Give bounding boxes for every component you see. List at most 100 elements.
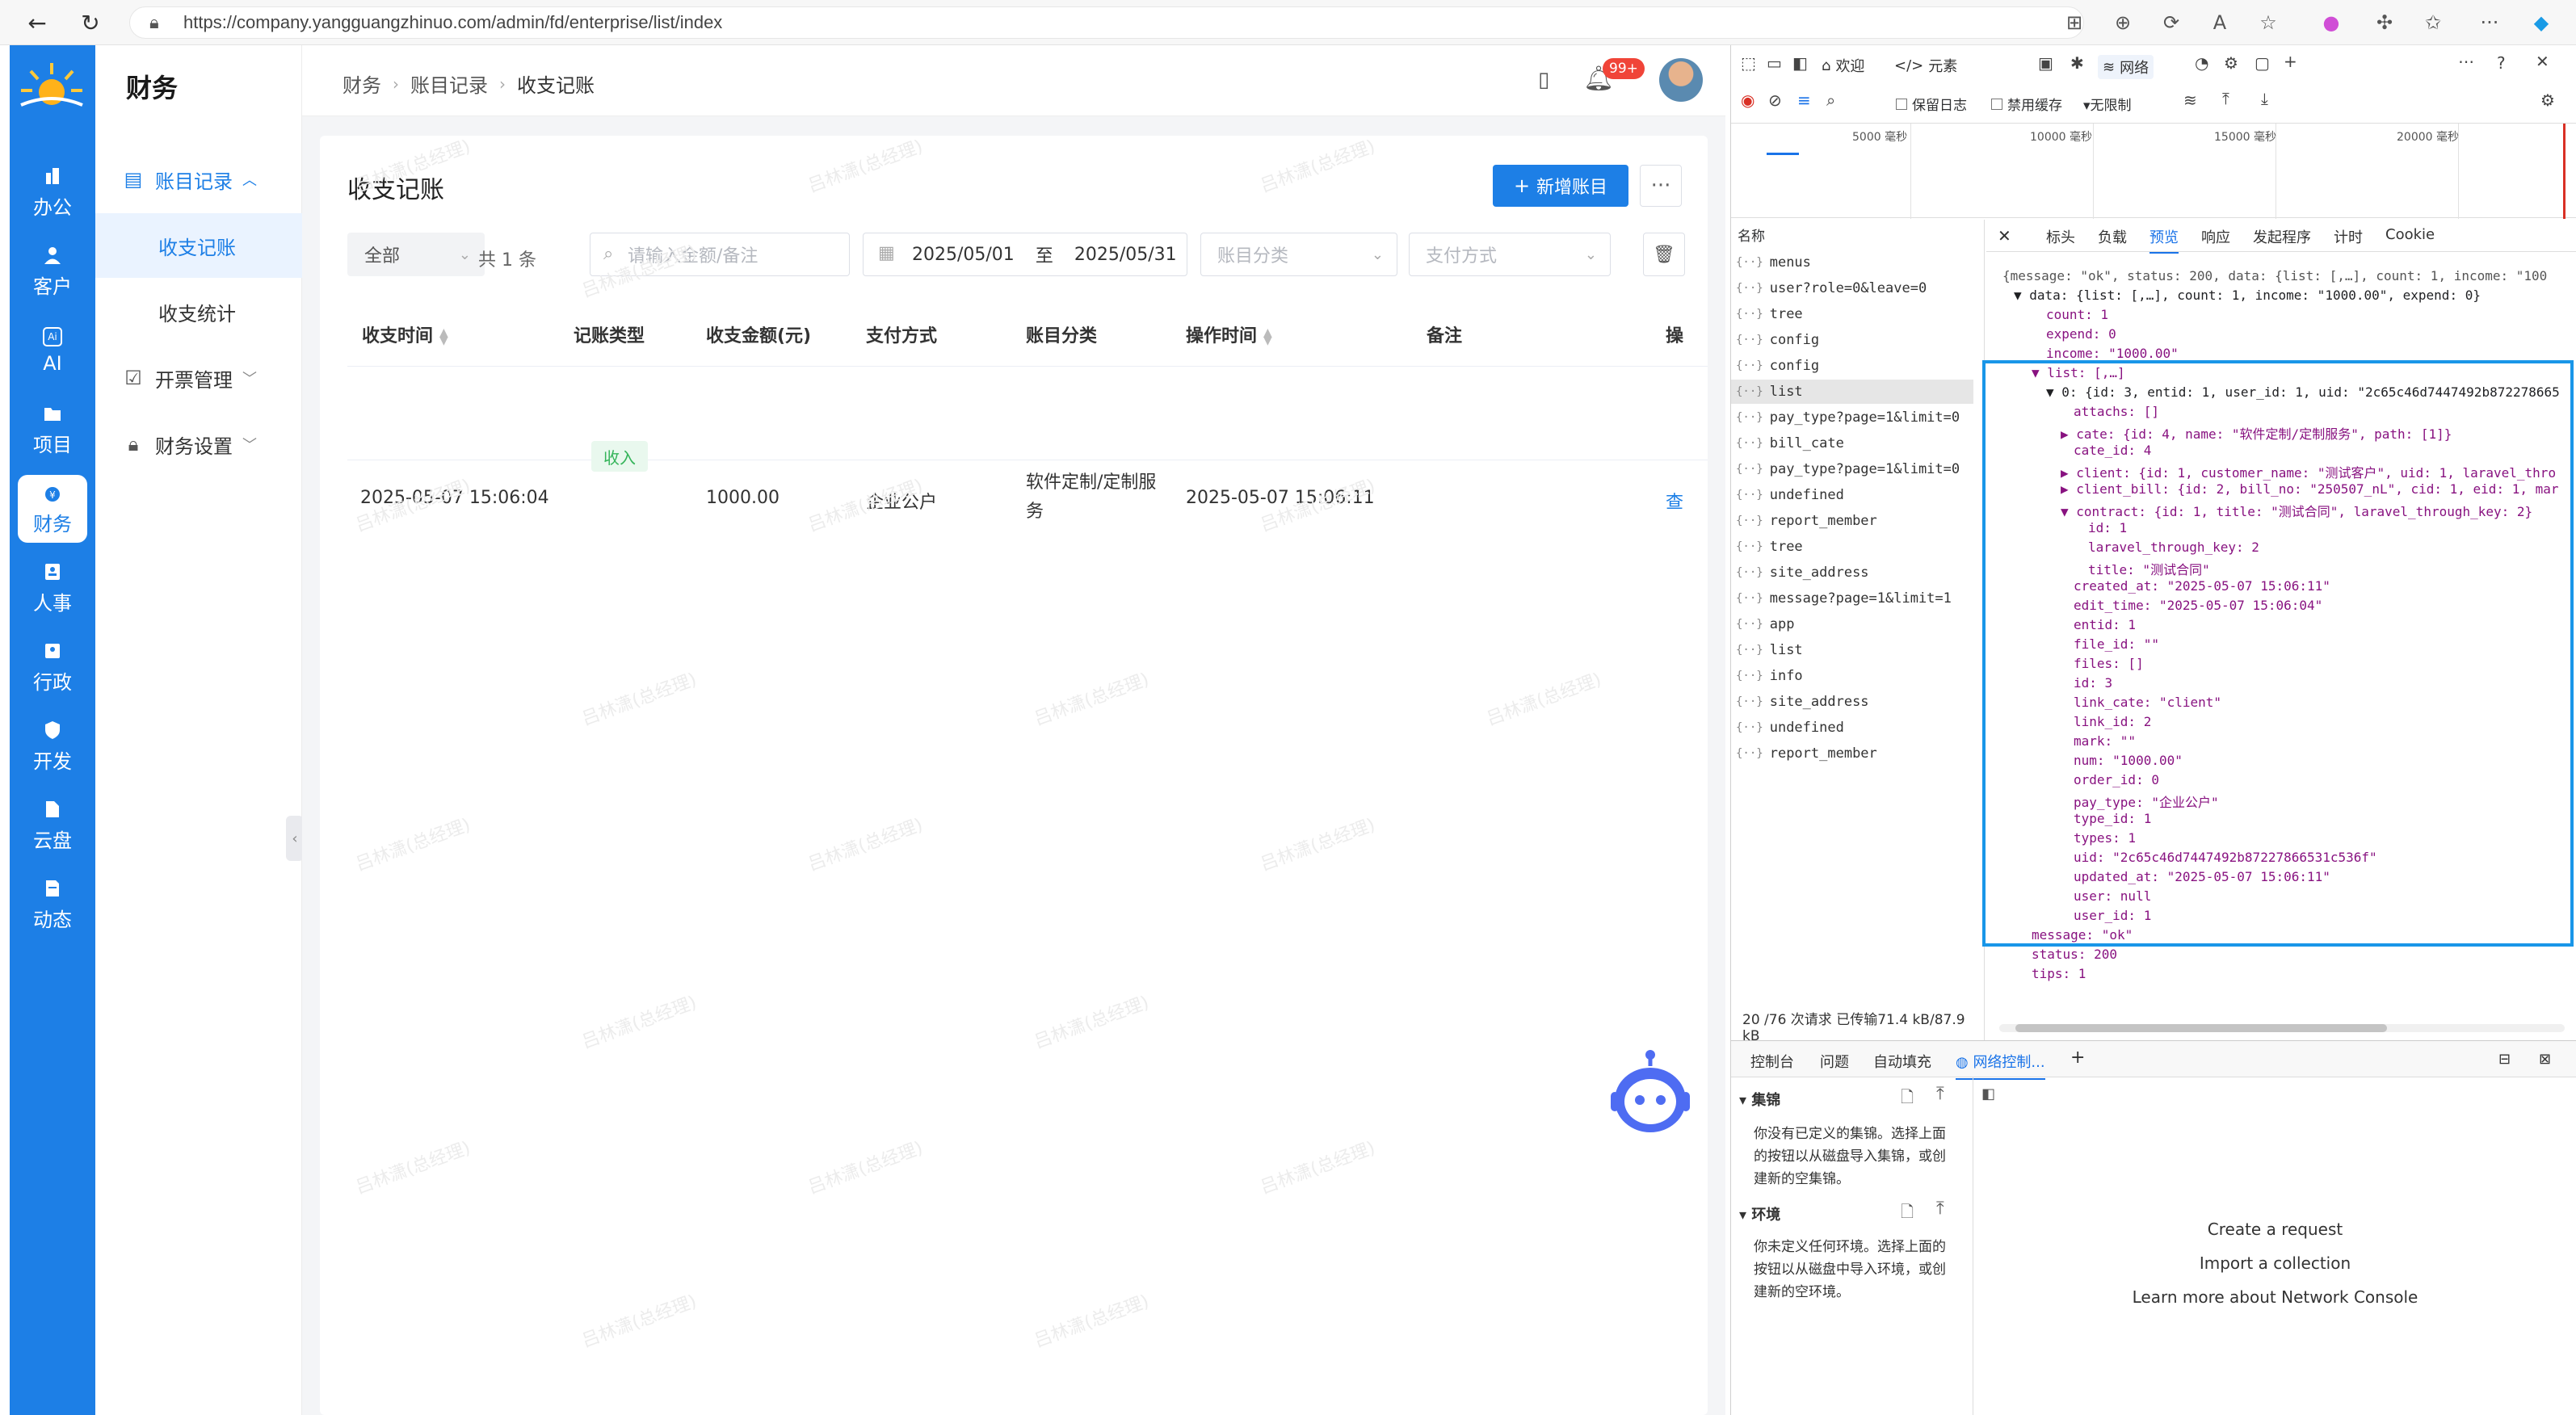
- more-button[interactable]: ···: [1640, 165, 1682, 207]
- request-item[interactable]: {··} undefined: [1736, 716, 1844, 740]
- request-item[interactable]: {··} app: [1736, 612, 1794, 636]
- date-range-picker[interactable]: ▦ 2025/05/01 至 2025/05/31: [863, 233, 1187, 276]
- request-item[interactable]: {··} config: [1736, 354, 1819, 378]
- refresh-circle-icon[interactable]: ⟳: [2158, 10, 2184, 36]
- download-icon[interactable]: ⤓: [2261, 89, 2268, 108]
- add-tab-icon[interactable]: +: [2284, 52, 2297, 71]
- zoom-icon[interactable]: ⊕: [2110, 10, 2136, 36]
- disable-cache-checkbox[interactable]: 禁用缓存: [1991, 94, 2062, 114]
- robot-assistant-icon[interactable]: [1607, 1050, 1693, 1139]
- app-grid-icon[interactable]: ⊞: [2061, 10, 2087, 36]
- col-time[interactable]: 收支时间 ▲ ▼: [362, 321, 448, 347]
- rail-item-customer[interactable]: 客户: [19, 237, 86, 305]
- throttle-select[interactable]: ▾无限制: [2083, 94, 2132, 114]
- subnav-item-stats[interactable]: 收支统计: [95, 279, 302, 344]
- json-line[interactable]: {message: "ok", status: 200, data: {list…: [2002, 268, 2547, 283]
- tab-preview[interactable]: 预览: [2149, 226, 2179, 254]
- collapse-sidebar-handle[interactable]: ‹: [286, 816, 304, 861]
- tab-headers[interactable]: 标头: [2046, 226, 2075, 247]
- tab-welcome[interactable]: ⌂ 欢迎: [1822, 55, 1864, 76]
- drawer-tab-network-console[interactable]: ◍ 网络控制...: [1956, 1051, 2045, 1080]
- collections-title[interactable]: ▾ 集锦: [1739, 1089, 1780, 1110]
- close-drawer-icon[interactable]: ⊠: [2539, 1051, 2551, 1068]
- drawer-add-tab[interactable]: +: [2070, 1048, 2085, 1068]
- filter-icon[interactable]: ≡: [1797, 90, 1811, 110]
- request-item[interactable]: {··} undefined: [1736, 483, 1844, 507]
- col-op-time[interactable]: 操作时间 ▲ ▼: [1186, 321, 1272, 347]
- request-item[interactable]: {··} report_member: [1736, 509, 1877, 533]
- copilot-icon[interactable]: ◆: [2528, 10, 2554, 36]
- rail-item-cloud[interactable]: 云盘: [19, 791, 86, 859]
- application-icon[interactable]: ▢: [2255, 53, 2270, 73]
- request-item[interactable]: {··} site_address: [1736, 690, 1869, 714]
- favorite-star-icon[interactable]: ☆: [2255, 10, 2281, 36]
- reload-icon[interactable]: ↻: [74, 6, 107, 39]
- subnav-group-invoice[interactable]: ☑ 开票管理 ﹀: [95, 346, 302, 410]
- request-item[interactable]: {··} tree: [1736, 535, 1803, 559]
- device-icon[interactable]: ▭: [1767, 53, 1782, 73]
- bug-icon[interactable]: ✱: [2070, 53, 2084, 73]
- tab-response[interactable]: 响应: [2201, 226, 2230, 247]
- preserve-log-checkbox[interactable]: 保留日志: [1896, 94, 1967, 114]
- tab-initiator[interactable]: 发起程序: [2253, 226, 2311, 247]
- drawer-tab-autofill[interactable]: 自动填充: [1873, 1051, 1931, 1072]
- request-item[interactable]: {··} pay_type?page=1&limit=0: [1736, 405, 1960, 430]
- environment-title[interactable]: ▾ 环境: [1739, 1203, 1780, 1224]
- rail-item-finance[interactable]: ¥ 财务: [18, 475, 87, 543]
- json-line[interactable]: ▼ data: {list: [,…], count: 1, income: "…: [2014, 288, 2481, 303]
- request-item[interactable]: {··} report_member: [1736, 741, 1877, 766]
- create-request-link[interactable]: Create a request: [1973, 1220, 2576, 1239]
- tab-elements[interactable]: </> 元素: [1894, 55, 1957, 76]
- address-bar[interactable]: 🔒︎ https://company.yangguangzhinuo.com/a…: [129, 6, 2084, 39]
- rail-item-office[interactable]: 办公: [19, 158, 86, 226]
- settings-gear-icon[interactable]: ⚙: [2224, 53, 2238, 73]
- avatar[interactable]: [1659, 58, 1703, 102]
- file-icon[interactable]: 🗋︎: [1901, 1200, 1914, 1228]
- subnav-item-income-expense[interactable]: 收支记账: [95, 213, 302, 278]
- close-detail-icon[interactable]: ✕: [1998, 226, 2011, 246]
- rail-item-project[interactable]: 项目: [19, 396, 86, 464]
- drawer-tab-console[interactable]: 控制台: [1750, 1051, 1794, 1072]
- rail-item-dev[interactable]: 开发: [19, 712, 86, 780]
- breadcrumb-item[interactable]: 账目记录: [410, 69, 488, 98]
- notebook-icon[interactable]: ▯: [1538, 68, 1549, 92]
- rail-item-ai[interactable]: Ai AI: [19, 317, 86, 384]
- console-icon[interactable]: ▣: [2038, 53, 2053, 73]
- add-entry-button[interactable]: + 新增账目: [1493, 165, 1628, 207]
- more-dots-icon[interactable]: ⋯: [2458, 52, 2474, 71]
- clear-icon[interactable]: ⊘: [1768, 90, 1782, 110]
- close-icon[interactable]: ✕: [2536, 52, 2549, 71]
- profile-color-icon[interactable]: ●: [2318, 10, 2344, 36]
- rail-item-feed[interactable]: 动态: [19, 871, 86, 938]
- request-item-selected[interactable]: {··} list: [1731, 380, 1973, 404]
- import-collection-link[interactable]: Import a collection: [1973, 1253, 2576, 1273]
- network-conditions-icon[interactable]: ≋: [2183, 90, 2197, 110]
- rail-item-admin[interactable]: 行政: [19, 633, 86, 701]
- sidebar-toggle-icon[interactable]: ◧: [1981, 1085, 1995, 1102]
- extensions-icon[interactable]: ✣: [2372, 10, 2397, 36]
- favorites-icon[interactable]: ✩: [2420, 10, 2446, 36]
- view-link[interactable]: 查: [1666, 488, 1683, 514]
- learn-more-link[interactable]: Learn more about Network Console: [1973, 1287, 2576, 1307]
- dock-bottom-icon[interactable]: ⊟: [2498, 1051, 2511, 1068]
- upload-icon[interactable]: ⤒: [2222, 89, 2229, 108]
- clear-filter-button[interactable]: 🗑︎: [1643, 233, 1685, 276]
- menu-dots-icon[interactable]: ···: [2477, 10, 2502, 36]
- request-item[interactable]: {··} site_address: [1736, 561, 1869, 585]
- request-item[interactable]: {··} menus: [1736, 250, 1811, 275]
- tab-payload[interactable]: 负载: [2098, 226, 2127, 247]
- subnav-group-settings[interactable]: 🔒︎ 财务设置 ﹀: [95, 412, 302, 477]
- request-item[interactable]: {··} config: [1736, 328, 1819, 352]
- subnav-group-ledger[interactable]: ▤ 账目记录 ︿: [95, 147, 302, 212]
- breadcrumb-item[interactable]: 财务: [342, 69, 381, 98]
- request-item[interactable]: {··} info: [1736, 664, 1803, 688]
- request-item[interactable]: {··} bill_cate: [1736, 431, 1844, 456]
- request-item[interactable]: {··} list: [1736, 638, 1803, 662]
- type-select[interactable]: 全部 ⌄: [347, 233, 485, 276]
- record-icon[interactable]: ◉: [1741, 90, 1754, 110]
- drawer-tab-issues[interactable]: 问题: [1820, 1051, 1849, 1072]
- search-icon[interactable]: ⌕: [1826, 90, 1835, 110]
- inspect-icon[interactable]: ⬚: [1741, 53, 1756, 73]
- performance-icon[interactable]: ◔: [2195, 53, 2208, 73]
- upload-icon[interactable]: ⤒: [1936, 1084, 1944, 1104]
